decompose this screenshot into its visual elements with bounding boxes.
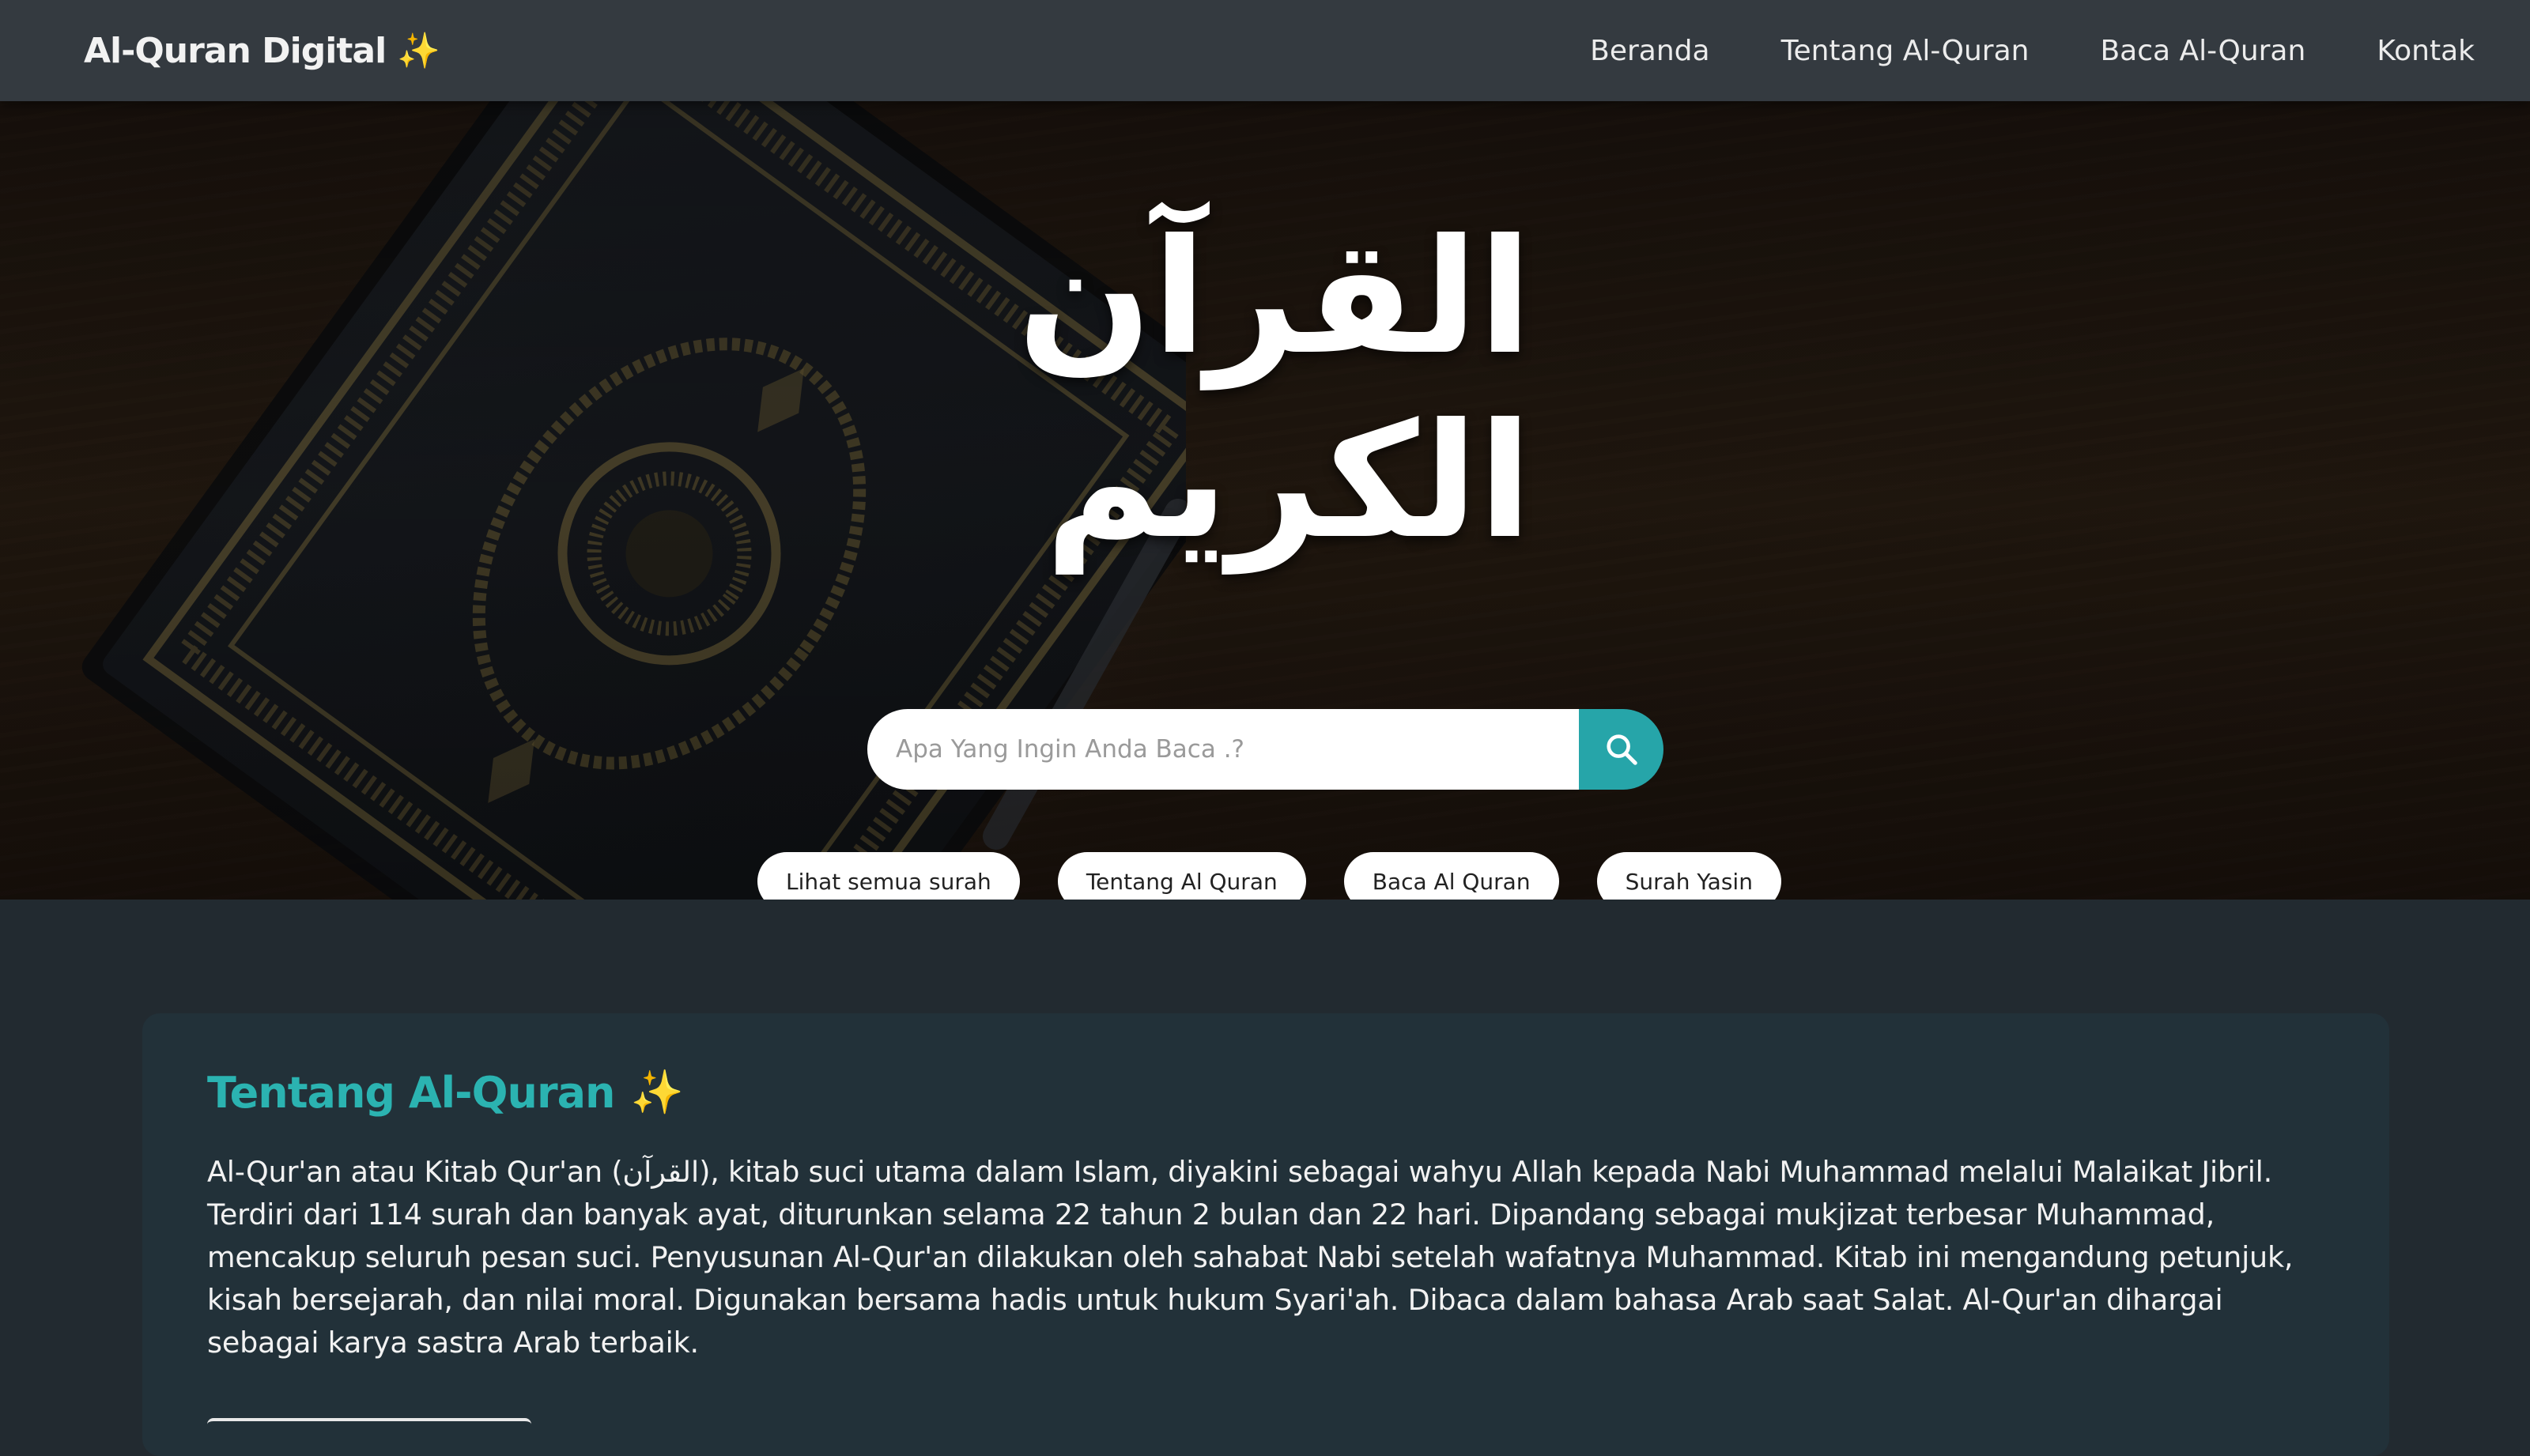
nav-link-tentang-al-quran[interactable]: Tentang Al-Quran: [1781, 35, 2030, 67]
quran-calligraphy: القرآن الكريم: [1017, 206, 1532, 574]
quick-link-baca-al-quran[interactable]: Baca Al Quran: [1343, 852, 1559, 900]
navbar: Al-Quran Digital ✨ Beranda Tentang Al-Qu…: [0, 0, 2530, 101]
quick-links: Lihat semua surah Tentang Al Quran Baca …: [757, 852, 1781, 900]
sparkles-icon: ✨: [630, 1067, 683, 1117]
about-title: Tentang Al-Quran ✨: [207, 1067, 2324, 1118]
nav-link-beranda[interactable]: Beranda: [1590, 35, 1709, 67]
nav-link-kontak[interactable]: Kontak: [2377, 35, 2475, 67]
read-more-button[interactable]: [207, 1418, 531, 1426]
quick-link-tentang-al-quran[interactable]: Tentang Al Quran: [1057, 852, 1306, 900]
quick-link-lihat-semua-surah[interactable]: Lihat semua surah: [757, 852, 1020, 900]
hero-section: القرآن الكريم Lihat semua surah Tentang …: [0, 101, 2530, 900]
nav-menu: Beranda Tentang Al-Quran Baca Al-Quran K…: [1590, 35, 2475, 67]
sparkles-icon: ✨: [397, 31, 440, 71]
quick-link-surah-yasin[interactable]: Surah Yasin: [1596, 852, 1781, 900]
search-form: [867, 709, 1663, 790]
brand-name: Al-Quran Digital: [84, 30, 387, 71]
search-button[interactable]: [1579, 709, 1663, 790]
search-icon: [1606, 734, 1637, 765]
about-description: Al-Qur'an atau Kitab Qur'an (القرآن), ki…: [207, 1155, 2294, 1360]
brand-logo[interactable]: Al-Quran Digital ✨: [84, 30, 440, 72]
nav-link-baca-al-quran[interactable]: Baca Al-Quran: [2100, 35, 2305, 67]
about-title-text: Tentang Al-Quran: [207, 1067, 615, 1118]
search-input[interactable]: [867, 709, 1579, 790]
about-card: Tentang Al-Quran ✨ Al-Qur'an atau Kitab …: [142, 1013, 2389, 1456]
